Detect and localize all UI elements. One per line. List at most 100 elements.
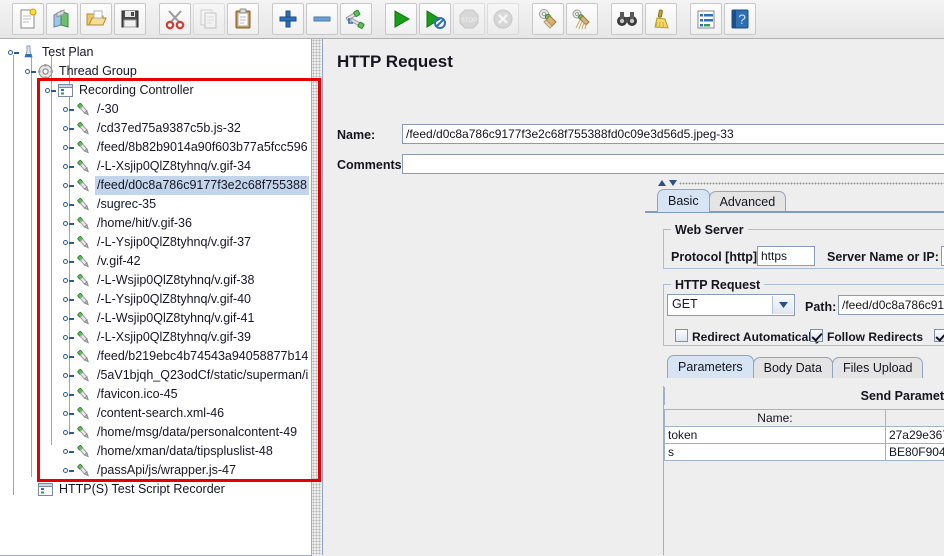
tree-node[interactable]: /content-search.xml-46 — [63, 404, 226, 423]
tree-node[interactable]: Recording Controller — [45, 81, 196, 100]
tree-expand-handle[interactable] — [63, 142, 74, 153]
toggle-button[interactable] — [340, 3, 372, 35]
copy-pages-icon — [198, 8, 220, 30]
tree-expand-handle[interactable] — [63, 218, 74, 229]
tree-expand-handle[interactable] — [63, 294, 74, 305]
tab-parameters[interactable]: Parameters — [667, 355, 754, 378]
tree-expand-handle[interactable] — [63, 161, 74, 172]
scroll-arrows-icon[interactable] — [657, 179, 679, 188]
column-header[interactable]: Value — [885, 410, 944, 427]
start-no-pauses-button[interactable] — [419, 3, 451, 35]
tree-node[interactable]: /home/xman/data/tipspluslist-48 — [63, 442, 275, 461]
tree-expand-handle[interactable] — [63, 199, 74, 210]
tree-node-label: /home/msg/data/personalcontent-49 — [95, 423, 299, 442]
protocol-input[interactable]: https — [757, 246, 815, 266]
tree-node[interactable]: /-L-Ysjip0QlZ8tyhnq/v.gif-37 — [63, 233, 253, 252]
param-value-cell[interactable]: 27a29e3675d73845cd1313f4e6e14695 — [885, 427, 944, 444]
table-row[interactable]: sBE80F9041E889F2C08E8A5D3010080B3text/pl… — [665, 444, 944, 461]
tree-node[interactable]: /-L-Xsjip0QlZ8tyhnq/v.gif-34 — [63, 157, 253, 176]
redirect-automatically-checkbox[interactable] — [675, 329, 688, 342]
split-pane-divider[interactable] — [312, 39, 321, 555]
tree-expand-handle[interactable] — [63, 370, 74, 381]
chevron-down-icon[interactable] — [772, 296, 793, 314]
name-input[interactable]: /feed/d0c8a786c9177f3e2c68f755388fd0c09e… — [402, 124, 944, 144]
follow-redirects-checkbox[interactable] — [810, 329, 823, 342]
tree-node[interactable]: /-L-Ysjip0QlZ8tyhnq/v.gif-40 — [63, 290, 253, 309]
http-sampler-icon — [75, 291, 92, 308]
svg-text:STOP: STOP — [461, 18, 477, 24]
help-button[interactable]: ? — [724, 3, 756, 35]
expand-all-button[interactable] — [272, 3, 304, 35]
http-sampler-icon — [75, 310, 92, 327]
tree-expand-handle[interactable] — [8, 47, 19, 58]
tree-node[interactable]: /-30 — [63, 100, 121, 119]
tree-expand-handle[interactable] — [63, 313, 74, 324]
tab-body-data[interactable]: Body Data — [753, 357, 833, 378]
tab-files-upload[interactable]: Files Upload — [832, 357, 923, 378]
tree-node[interactable]: /favicon.ico-45 — [63, 385, 180, 404]
param-value-cell[interactable]: BE80F9041E889F2C08E8A5D3010080B3 — [885, 444, 944, 461]
tree-node[interactable]: /v.gif-42 — [63, 252, 143, 271]
new-test-plan-button[interactable] — [12, 3, 44, 35]
open-button[interactable] — [80, 3, 112, 35]
tree-expand-handle[interactable] — [63, 427, 74, 438]
test-plan-tree[interactable]: Test PlanThread GroupRecording Controlle… — [0, 39, 312, 556]
tree-node[interactable]: /-L-Wsjip0QlZ8tyhnq/v.gif-41 — [63, 309, 256, 328]
tree-node-label: /-L-Xsjip0QlZ8tyhnq/v.gif-34 — [95, 157, 253, 176]
param-name-cell[interactable]: token — [665, 427, 886, 444]
tree-node-label: /feed/d0c8a786c9177f3e2c68f755388 — [95, 176, 309, 195]
tree-node[interactable]: /feed/8b82b9014a90f603b77a5fcc596 — [63, 138, 310, 157]
search-button[interactable] — [611, 3, 643, 35]
tree-expand-handle[interactable] — [63, 446, 74, 457]
tree-expand-handle[interactable] — [63, 408, 74, 419]
table-row[interactable]: token27a29e3675d73845cd1313f4e6e14695tex… — [665, 427, 944, 444]
column-header[interactable]: Name: — [665, 410, 886, 427]
tab-basic[interactable]: Basic — [657, 189, 710, 212]
tree-node[interactable]: /passApi/js/wrapper.js-47 — [63, 461, 238, 480]
parameters-table[interactable]: Name:ValueURL Encode? token27a29e3675d73… — [664, 409, 944, 461]
use-keepalive-checkbox[interactable] — [934, 329, 944, 342]
tree-node[interactable]: Thread Group — [25, 62, 139, 81]
tree-expand-handle[interactable] — [63, 237, 74, 248]
tree-expand-handle[interactable] — [25, 66, 36, 77]
page-title: HTTP Request — [337, 52, 453, 72]
tree-expand-handle[interactable] — [63, 123, 74, 134]
tree-node[interactable]: /-L-Xsjip0QlZ8tyhnq/v.gif-39 — [63, 328, 253, 347]
tree-node[interactable]: /5aV1bjqh_Q23odCf/static/superman/i — [63, 366, 310, 385]
tree-node[interactable]: /feed/d0c8a786c9177f3e2c68f755388 — [63, 176, 309, 195]
path-input[interactable]: /feed/d0c8a786c9177f3e2c68f755388fd0c09e… — [838, 295, 944, 315]
tree-expand-handle[interactable] — [63, 389, 74, 400]
tree-node[interactable]: HTTP(S) Test Script Recorder — [25, 480, 227, 499]
broom-gear-icon — [537, 8, 559, 30]
param-name-cell[interactable]: s — [665, 444, 886, 461]
tree-node[interactable]: /sugrec-35 — [63, 195, 158, 214]
reset-search-button[interactable] — [645, 3, 677, 35]
method-select[interactable]: GET — [667, 294, 795, 316]
tree-expand-handle[interactable] — [63, 465, 74, 476]
start-button[interactable] — [385, 3, 417, 35]
tree-node[interactable]: /home/hit/v.gif-36 — [63, 214, 194, 233]
clear-button[interactable] — [532, 3, 564, 35]
function-helper-button[interactable] — [690, 3, 722, 35]
save-button[interactable] — [114, 3, 146, 35]
tree-expand-handle[interactable] — [63, 104, 74, 115]
tree-expand-handle[interactable] — [63, 275, 74, 286]
paste-button[interactable] — [227, 3, 259, 35]
templates-button[interactable] — [46, 3, 78, 35]
tree-expand-handle[interactable] — [63, 180, 74, 191]
tree-expand-handle[interactable] — [63, 256, 74, 267]
clear-all-button[interactable] — [566, 3, 598, 35]
tree-node[interactable]: /-L-Wsjip0QlZ8tyhnq/v.gif-38 — [63, 271, 256, 290]
tree-node[interactable]: Test Plan — [8, 43, 95, 62]
tree-node[interactable]: /cd37ed75a9387c5b.js-32 — [63, 119, 243, 138]
comments-input[interactable] — [402, 154, 944, 174]
tree-node[interactable]: /feed/b219ebc4b74543a94058877b14 — [63, 347, 310, 366]
cut-button[interactable] — [159, 3, 191, 35]
play-no-pause-icon — [424, 8, 446, 30]
collapse-all-button[interactable] — [306, 3, 338, 35]
tab-advanced[interactable]: Advanced — [709, 191, 787, 212]
tree-node[interactable]: /home/msg/data/personalcontent-49 — [63, 423, 299, 442]
tree-expand-handle[interactable] — [45, 85, 56, 96]
tree-expand-handle[interactable] — [63, 332, 74, 343]
tree-expand-handle[interactable] — [63, 351, 74, 362]
